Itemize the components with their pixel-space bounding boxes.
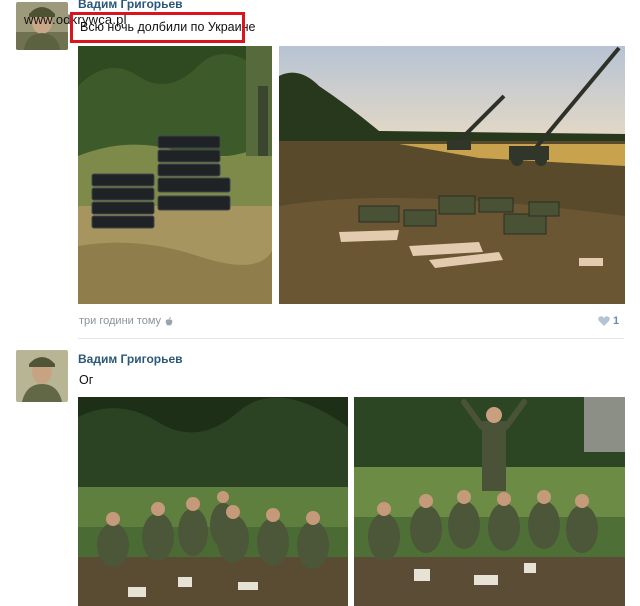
avatar[interactable]: [16, 350, 68, 402]
post-divider: [78, 338, 624, 339]
post-author-link[interactable]: Вадим Григорьев: [78, 0, 183, 11]
post-photo-soldiers-group[interactable]: [78, 397, 348, 606]
post-timestamp[interactable]: три години тому: [79, 315, 173, 327]
post-photo-soldiers-raised-arms[interactable]: [354, 397, 625, 606]
post-photo-artillery[interactable]: [279, 46, 625, 304]
timestamp-label: три години тому: [79, 315, 162, 327]
post-photo-ammo[interactable]: [78, 46, 272, 304]
heart-icon: [598, 316, 610, 326]
post-text: Ог: [79, 373, 94, 387]
highlight-box: [70, 12, 245, 43]
post-author-link[interactable]: Вадим Григорьев: [78, 352, 183, 366]
like-button[interactable]: 1: [598, 315, 619, 327]
apple-icon: [165, 316, 173, 326]
like-count: 1: [613, 315, 620, 327]
